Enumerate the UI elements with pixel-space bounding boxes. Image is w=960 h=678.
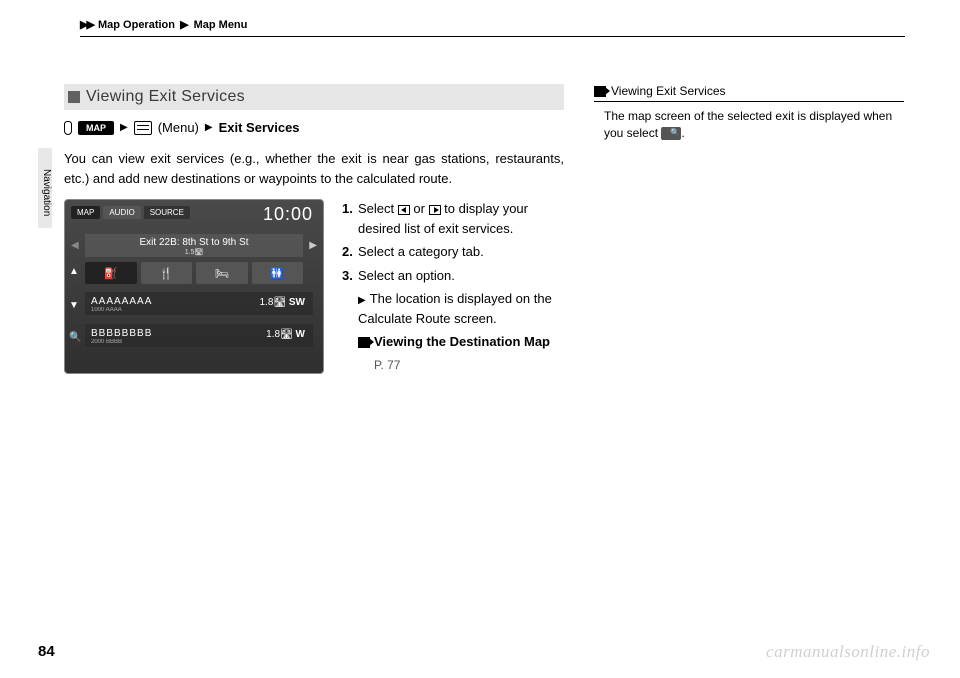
- watermark: carmanualsonline.info: [766, 642, 930, 662]
- device-scroll-up-icon: ▲: [69, 266, 83, 277]
- menu-label: (Menu): [158, 120, 199, 135]
- steps-list: 1. Select or to display your desired lis…: [342, 199, 564, 378]
- menu-target: Exit Services: [219, 120, 300, 135]
- device-tab-audio: AUDIO: [103, 206, 140, 219]
- device-exit-header: Exit 22B: 8th St to 9th St 1.5🛣: [85, 234, 303, 257]
- breadcrumb: ▶▶ Map Operation ▶ Map Menu: [80, 18, 905, 37]
- step-1: 1. Select or to display your desired lis…: [342, 199, 564, 238]
- map-zoom-icon: [661, 127, 681, 140]
- section-heading: Viewing Exit Services: [64, 84, 564, 110]
- device-tab-map: MAP: [71, 206, 100, 219]
- cross-reference: Viewing the Destination Map: [342, 332, 564, 352]
- device-screenshot: MAP AUDIO SOURCE 10:00 ◀ ▶ Exit 22B: 8th…: [64, 199, 324, 374]
- device-clock: 10:00: [263, 204, 313, 225]
- chevron-right-icon: ▶: [120, 122, 128, 133]
- step-2: 2.Select a category tab.: [342, 242, 564, 262]
- step-3: 3.Select an option.: [342, 266, 564, 286]
- device-scroll-down-icon: ▼: [69, 300, 83, 311]
- device-exit-distance: 1.5: [185, 249, 195, 256]
- intro-text: You can view exit services (e.g., whethe…: [64, 149, 564, 189]
- device-tab-source: SOURCE: [144, 206, 190, 219]
- note-title: Viewing Exit Services: [611, 84, 726, 98]
- device-list-row: AAAAAAAA 1000 AAAA 1.8🛣 SW: [85, 292, 313, 315]
- note-icon: [594, 86, 606, 97]
- device-exit-line: Exit 22B: 8th St to 9th St: [85, 237, 303, 248]
- device-cat-food: 🍴: [141, 262, 193, 284]
- square-bullet-icon: [68, 91, 80, 103]
- section-title: Viewing Exit Services: [86, 88, 245, 106]
- map-button-icon: MAP: [78, 121, 114, 135]
- device-prev-icon: ◀: [71, 240, 79, 251]
- menu-path: MAP ▶ (Menu) ▶ Exit Services: [64, 120, 564, 135]
- side-tab-navigation: Navigation: [38, 148, 52, 228]
- breadcrumb-seg2: Map Menu: [194, 19, 248, 31]
- cross-reference-page: P. 77: [342, 356, 564, 374]
- step-3-sub: ▶The location is displayed on the Calcul…: [342, 289, 564, 328]
- device-next-icon: ▶: [309, 240, 317, 251]
- note-heading: Viewing Exit Services: [594, 84, 904, 102]
- device-list-row: BBBBBBBB 2000 BBBB 1.8🛣 W: [85, 324, 313, 347]
- xref-icon: [358, 337, 370, 348]
- breadcrumb-seg1: Map Operation: [98, 19, 175, 31]
- note-body: The map screen of the selected exit is d…: [594, 108, 904, 142]
- voice-icon: [64, 121, 72, 135]
- device-cat-lodging: 🛏: [196, 262, 248, 284]
- chevron-right-icon: ▶: [205, 122, 213, 133]
- device-search-icon: 🔍: [69, 332, 83, 343]
- menu-icon: [134, 121, 152, 135]
- page-number: 84: [38, 643, 55, 660]
- device-cat-rest: 🚻: [252, 262, 304, 284]
- chevron-right-icon: ▶▶: [80, 19, 93, 31]
- left-key-icon: [398, 205, 410, 215]
- chevron-right-icon: ▶: [180, 19, 188, 31]
- right-key-icon: [429, 205, 441, 215]
- chevron-right-icon: ▶: [358, 295, 366, 306]
- device-cat-fuel: ⛽: [85, 262, 137, 284]
